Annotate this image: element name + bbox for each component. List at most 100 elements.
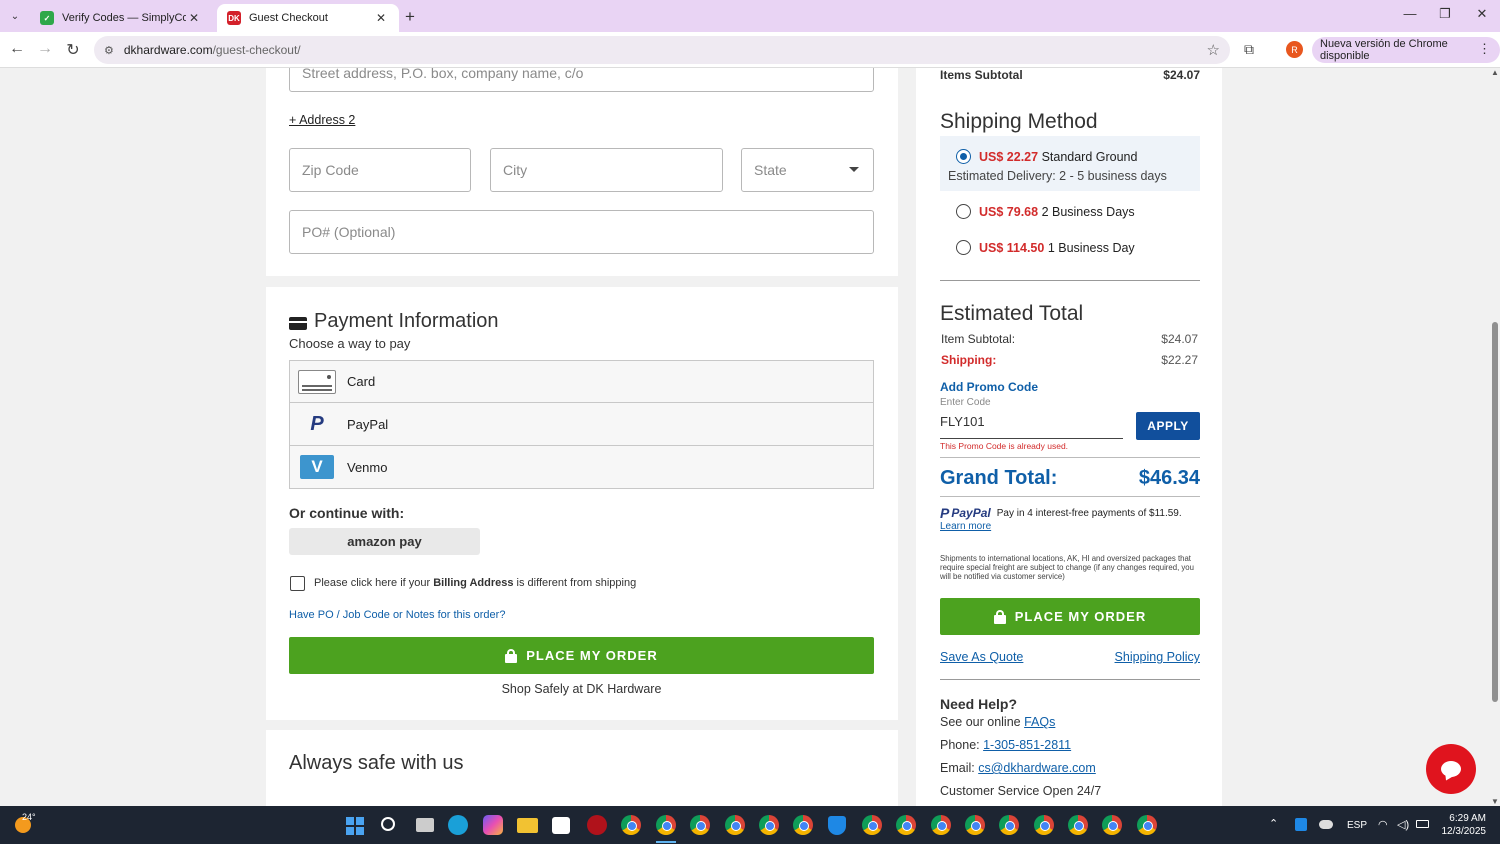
- file-explorer-icon[interactable]: [517, 818, 538, 833]
- chrome-icon[interactable]: [1034, 815, 1054, 835]
- volume-icon[interactable]: ◁): [1397, 818, 1409, 831]
- new-tab-icon[interactable]: +: [405, 7, 415, 27]
- chrome-icon[interactable]: [690, 815, 710, 835]
- chevron-down-icon: [849, 167, 859, 172]
- onedrive-icon[interactable]: [1319, 820, 1333, 829]
- input-language[interactable]: ESP: [1347, 820, 1367, 831]
- pay-option-label: Venmo: [347, 459, 388, 475]
- place-order-button[interactable]: PLACE MY ORDER: [289, 637, 874, 674]
- search-icon[interactable]: [381, 817, 395, 831]
- add-address2-link[interactable]: + Address 2: [289, 113, 355, 127]
- back-icon[interactable]: ←: [7, 40, 27, 58]
- zip-code-input[interactable]: Zip Code: [289, 148, 471, 192]
- minimize-icon[interactable]: —: [1395, 6, 1425, 21]
- amazon-pay-button[interactable]: amazon pay: [289, 528, 480, 555]
- shipping-option-1day[interactable]: US$ 114.50 1 Business Day: [940, 235, 1200, 261]
- edge-icon[interactable]: [448, 815, 468, 835]
- faqs-link[interactable]: FAQs: [1024, 715, 1055, 729]
- tab-guest-checkout[interactable]: DK Guest Checkout ✕: [217, 4, 399, 32]
- forward-icon[interactable]: →: [35, 40, 55, 58]
- chrome-menu-icon[interactable]: ⋮: [1478, 41, 1491, 57]
- checkout-page: Street address, P.O. box, company name, …: [0, 68, 1490, 806]
- learn-more-link[interactable]: Learn more: [940, 521, 991, 532]
- close-tab-icon[interactable]: ✕: [186, 11, 202, 25]
- shield-icon[interactable]: [828, 816, 846, 835]
- shipping-value: $22.27: [1161, 353, 1198, 367]
- close-tab-icon[interactable]: ✕: [373, 11, 389, 25]
- item-subtotal-value: $24.07: [1161, 332, 1198, 346]
- save-as-quote-link[interactable]: Save As Quote: [940, 650, 1023, 664]
- state-select[interactable]: State: [741, 148, 874, 192]
- radio-selected[interactable]: [956, 149, 971, 164]
- chrome-icon[interactable]: [759, 815, 779, 835]
- start-icon[interactable]: [346, 817, 364, 835]
- task-view-icon[interactable]: [416, 818, 434, 832]
- street-address-input[interactable]: Street address, P.O. box, company name, …: [289, 68, 874, 92]
- need-help-title: Need Help?: [940, 696, 1018, 712]
- items-subtotal-value: $24.07: [1163, 68, 1200, 82]
- pay-option-paypal[interactable]: P PayPal: [289, 403, 874, 446]
- tab-simplycodes[interactable]: ✓ Verify Codes — SimplyCodes ✕: [30, 4, 212, 32]
- billing-address-checkbox[interactable]: [290, 576, 305, 591]
- pay-option-venmo[interactable]: V Venmo: [289, 446, 874, 489]
- site-info-icon[interactable]: ⚙: [104, 44, 114, 57]
- store-icon[interactable]: [552, 817, 570, 834]
- apply-promo-button[interactable]: APPLY: [1136, 412, 1200, 440]
- radio-unselected[interactable]: [956, 240, 971, 255]
- shipping-option-standard[interactable]: US$ 22.27 Standard Ground Estimated Deli…: [940, 136, 1200, 191]
- paypal-icon: P: [940, 505, 950, 521]
- chrome-icon[interactable]: [999, 815, 1019, 835]
- app-icon[interactable]: [587, 815, 607, 835]
- radio-unselected[interactable]: [956, 204, 971, 219]
- defender-icon[interactable]: [1295, 818, 1307, 831]
- grand-total-label: Grand Total:: [940, 467, 1058, 489]
- windows-taskbar: 24° ⌃ ESP ◠ ◁) 6:29 AM 12/3/2025: [0, 806, 1500, 844]
- url-text[interactable]: dkhardware.com/guest-checkout/: [124, 43, 1207, 57]
- clock-date[interactable]: 12/3/2025: [1440, 826, 1487, 837]
- chrome-icon[interactable]: [621, 815, 641, 835]
- scroll-down-icon[interactable]: ▼: [1491, 797, 1499, 806]
- city-input[interactable]: City: [490, 148, 723, 192]
- chrome-update-button[interactable]: Nueva versión de Chrome disponible: [1312, 37, 1500, 63]
- page-scrollbar[interactable]: ▲ ▼: [1490, 68, 1500, 806]
- extensions-icon[interactable]: ⧉: [1244, 41, 1254, 58]
- chrome-icon[interactable]: [965, 815, 985, 835]
- always-safe-title: Always safe with us: [289, 752, 464, 774]
- chrome-icon[interactable]: [1068, 815, 1088, 835]
- po-number-input[interactable]: PO# (Optional): [289, 210, 874, 254]
- phone-link[interactable]: 1-305-851-2811: [983, 738, 1071, 752]
- active-app-indicator: [656, 841, 676, 843]
- restore-icon[interactable]: ❐: [1430, 6, 1460, 22]
- scroll-up-icon[interactable]: ▲: [1491, 68, 1499, 77]
- email-link[interactable]: cs@dkhardware.com: [978, 761, 1096, 775]
- reload-icon[interactable]: ↻: [63, 40, 83, 60]
- promo-code-input[interactable]: FLY101: [940, 411, 1123, 439]
- chrome-icon[interactable]: [793, 815, 813, 835]
- close-window-icon[interactable]: ✕: [1467, 6, 1497, 22]
- battery-icon[interactable]: [1416, 820, 1429, 828]
- chrome-icon[interactable]: [725, 815, 745, 835]
- tray-chevron-icon[interactable]: ⌃: [1269, 817, 1278, 830]
- profile-avatar[interactable]: R: [1286, 41, 1303, 58]
- add-promo-code-link[interactable]: Add Promo Code: [940, 380, 1038, 394]
- address-bar[interactable]: ⚙ dkhardware.com/guest-checkout/ ☆: [94, 36, 1230, 64]
- shipping-option-2day[interactable]: US$ 79.68 2 Business Days: [940, 199, 1200, 225]
- divider: [940, 679, 1200, 680]
- chrome-icon[interactable]: [656, 815, 676, 835]
- shipping-policy-link[interactable]: Shipping Policy: [1100, 650, 1200, 664]
- clock-time[interactable]: 6:29 AM: [1446, 813, 1486, 824]
- pay-option-card[interactable]: Card: [289, 360, 874, 403]
- chrome-icon[interactable]: [862, 815, 882, 835]
- chrome-icon[interactable]: [896, 815, 916, 835]
- chrome-icon[interactable]: [1137, 815, 1157, 835]
- tab-search-icon[interactable]: ⌄: [6, 7, 24, 25]
- chrome-icon[interactable]: [1102, 815, 1122, 835]
- bookmark-star-icon[interactable]: ☆: [1207, 41, 1220, 59]
- wifi-icon[interactable]: ◠: [1378, 818, 1388, 831]
- place-order-button-summary[interactable]: PLACE MY ORDER: [940, 598, 1200, 635]
- po-notes-link[interactable]: Have PO / Job Code or Notes for this ord…: [289, 609, 505, 621]
- chrome-icon[interactable]: [931, 815, 951, 835]
- chat-widget-button[interactable]: [1426, 744, 1476, 794]
- scrollbar-thumb[interactable]: [1492, 322, 1498, 702]
- copilot-icon[interactable]: [483, 815, 503, 835]
